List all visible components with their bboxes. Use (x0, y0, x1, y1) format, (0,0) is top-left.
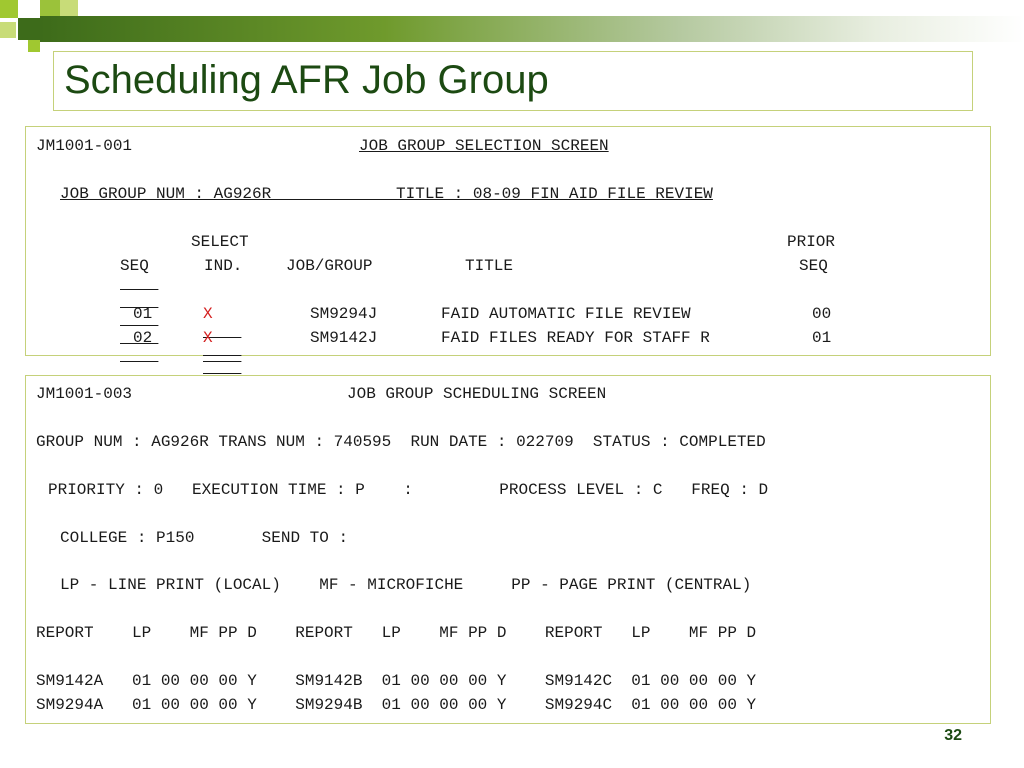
row-title: FAID FILES READY FOR STAFF R (441, 329, 710, 347)
decor-square (0, 0, 18, 18)
select-indicator[interactable]: X (203, 305, 213, 323)
priority-line: PRIORITY : 0 EXECUTION TIME : P : PROCES… (48, 481, 769, 499)
report-row[interactable]: SM9294A 01 00 00 00 Y SM9294B 01 00 00 0… (36, 696, 756, 714)
decor-square (60, 0, 78, 16)
header-select: SELECT (191, 233, 249, 251)
report-row[interactable]: SM9142A 01 00 00 00 Y SM9142B 01 00 00 0… (36, 672, 756, 690)
group-info-line: GROUP NUM : AG926R TRANS NUM : 740595 RU… (36, 433, 766, 451)
table-row[interactable]: X SM9142J FAID FILES READY FOR STAFF R 0… (203, 329, 834, 347)
page-number: 32 (944, 727, 962, 744)
decor-square (28, 40, 40, 52)
decor-square (40, 0, 60, 16)
screen-heading: JOB GROUP SCHEDULING SCREEN (347, 385, 607, 403)
header-title: TITLE (465, 257, 514, 275)
screen-id: JM1001-003 (36, 385, 133, 403)
table-row[interactable]: X SM9294J FAID AUTOMATIC FILE REVIEW 00 (203, 305, 834, 323)
row-seq: 02 (133, 329, 153, 347)
row-job: SM9142J (310, 329, 378, 347)
screen-id: JM1001-001 (36, 137, 133, 155)
selection-screen-panel: JM1001-001 JOB GROUP SELECTION SCREEN JO… (25, 126, 991, 356)
header-prior-seq: SEQ (799, 257, 828, 275)
row-job: SM9294J (310, 305, 378, 323)
college-line: COLLEGE : P150 SEND TO : (60, 529, 349, 547)
header-job-group: JOB/GROUP (286, 257, 373, 275)
decor-square (0, 22, 16, 38)
header-ind: IND. (204, 257, 243, 275)
row-title: FAID AUTOMATIC FILE REVIEW (441, 305, 691, 323)
scheduling-screen-panel: JM1001-003 JOB GROUP SCHEDULING SCREEN G… (25, 375, 991, 724)
print-options-line: LP - LINE PRINT (LOCAL) MF - MICROFICHE … (60, 576, 752, 594)
report-header-row: REPORT LP MF PP D REPORT LP MF PP D REPO… (36, 624, 757, 642)
row-prior: 00 (812, 305, 832, 323)
title-box: Scheduling AFR Job Group (53, 51, 973, 111)
decor-square (18, 18, 40, 40)
column-header-row: SEQ IND. JOB/GROUP TITLE SEQ (120, 257, 834, 275)
job-group-line[interactable]: JOB GROUP NUM : AG926R TITLE : 08-09 FIN… (60, 185, 713, 203)
header-prior: PRIOR (787, 233, 836, 251)
row-seq: 01 (133, 305, 153, 323)
slide-title: Scheduling AFR Job Group (64, 58, 549, 102)
select-indicator[interactable]: X (203, 329, 213, 347)
row-prior: 01 (812, 329, 832, 347)
screen-heading: JOB GROUP SELECTION SCREEN (359, 137, 609, 155)
header-seq: SEQ (120, 257, 149, 275)
header-gradient-bar (40, 16, 1024, 42)
